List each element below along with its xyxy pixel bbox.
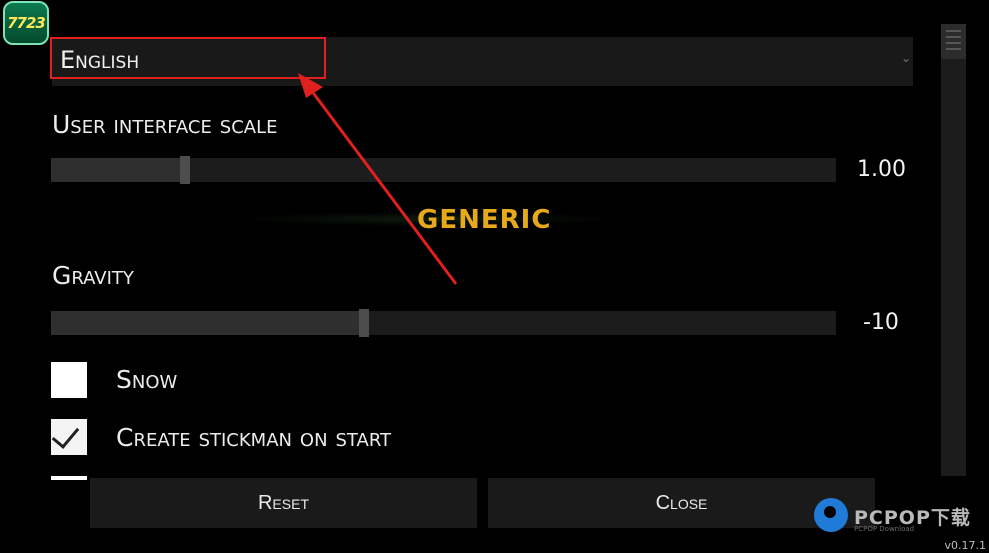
pcpop-logo-icon: [814, 498, 848, 532]
create-stickman-checkbox[interactable]: [51, 419, 87, 455]
checkmark-icon: [51, 420, 80, 449]
reset-button[interactable]: Reset: [90, 478, 477, 528]
ui-scale-slider-fill: [51, 158, 185, 182]
language-dropdown[interactable]: English ⌄: [52, 37, 913, 86]
scrollbar[interactable]: [941, 24, 966, 476]
ui-scale-label: User interface scale: [52, 110, 278, 139]
create-stickman-label: Create stickman on start: [116, 423, 392, 452]
next-option-checkbox[interactable]: [51, 476, 87, 480]
ui-scale-slider-handle[interactable]: [180, 156, 190, 184]
gravity-value: -10: [863, 310, 899, 335]
scrollbar-thumb[interactable]: [941, 24, 966, 59]
generic-watermark: GENERIC: [417, 205, 552, 235]
gravity-slider-handle[interactable]: [359, 309, 369, 337]
brand-subtitle: PCPOP Download: [854, 525, 915, 533]
snow-checkbox[interactable]: [51, 362, 87, 398]
gravity-slider[interactable]: [51, 309, 836, 337]
snow-label: Snow: [116, 365, 178, 394]
ui-scale-slider[interactable]: [51, 156, 836, 184]
app-logo: 7723: [3, 1, 49, 45]
gravity-label: Gravity: [52, 261, 134, 290]
chevron-down-icon: ⌄: [900, 51, 911, 65]
corner-branding: PCPOP下载 PCPOP Download: [812, 497, 982, 537]
language-selected-value: English: [60, 46, 140, 74]
version-label: v0.17.1: [944, 539, 987, 552]
gravity-slider-fill: [51, 311, 364, 335]
ui-scale-value: 1.00: [857, 157, 906, 182]
